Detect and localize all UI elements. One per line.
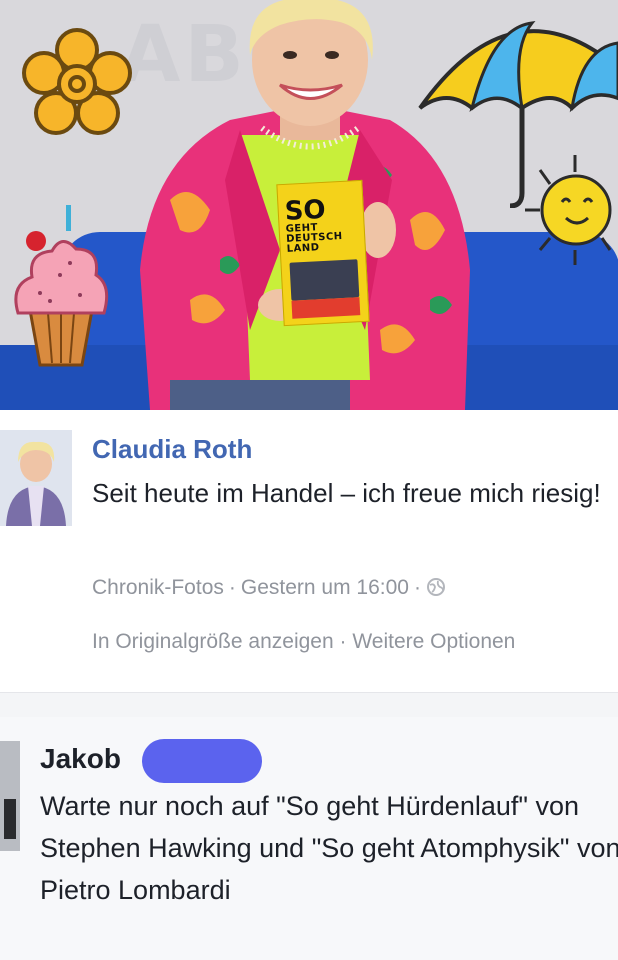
avatar-image (0, 430, 72, 526)
view-full-size-link[interactable]: In Originalgröße anzeigen (92, 630, 334, 653)
book: SO GEHT DEUTSCH LAND (276, 179, 370, 327)
post-timestamp[interactable]: Gestern um 16:00 (241, 576, 409, 599)
post-card: Claudia Roth Seit heute im Handel – ich … (0, 410, 618, 692)
book-cover-image (289, 259, 360, 301)
action-separator: · (333, 630, 353, 653)
avatar-image (4, 799, 16, 839)
meta-separator: · (413, 576, 421, 599)
post-photo[interactable]: ABC SO GEHT DEUTSCH LAND (0, 0, 618, 410)
more-options-link[interactable]: Weitere Optionen (352, 630, 515, 653)
comment-card: Jakob Warte nur noch auf "So geht Hürden… (0, 717, 618, 960)
comment-text: Warte nur noch auf "So geht Hürdenlauf" … (40, 791, 618, 905)
commenter-name[interactable]: Jakob (40, 743, 121, 775)
post-meta: Chronik-Fotos · Gestern um 16:00 · (92, 576, 446, 600)
album-link[interactable]: Chronik-Fotos (92, 576, 224, 599)
meta-separator: · (228, 576, 236, 599)
author-avatar[interactable] (0, 430, 72, 526)
globe-icon[interactable] (426, 577, 446, 597)
flower-sticker-icon (22, 28, 132, 135)
post-author-name[interactable]: Claudia Roth (92, 434, 252, 465)
post-text: Seit heute im Handel – ich freue mich ri… (92, 478, 601, 508)
cupcake-sticker-icon (14, 205, 109, 367)
commenter-avatar[interactable] (0, 741, 20, 851)
sun-sticker-icon (525, 155, 612, 265)
section-divider (0, 692, 618, 718)
redaction-blur (142, 739, 262, 783)
book-cover-band (291, 297, 361, 319)
book-title: SO GEHT DEUTSCH LAND (284, 194, 343, 255)
post-actions: In Originalgröße anzeigen · Weitere Opti… (92, 630, 515, 654)
